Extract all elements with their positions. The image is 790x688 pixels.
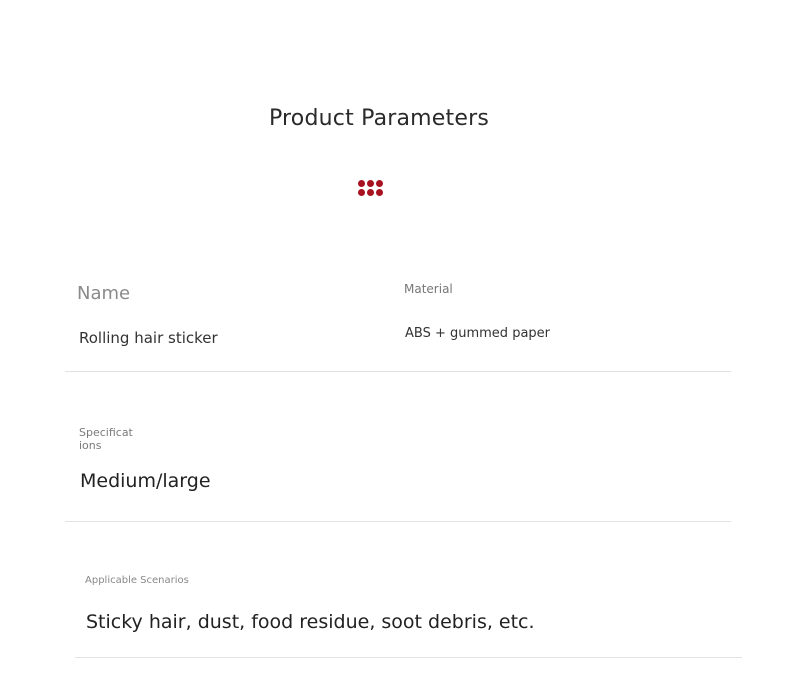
divider [65,521,731,522]
specifications-label-line: ions [79,439,102,452]
name-value: Rolling hair sticker [79,329,218,347]
scenarios-value: Sticky hair, dust, food residue, soot de… [86,611,535,633]
dot [376,180,383,187]
name-label: Name [77,283,131,304]
material-label: Material [404,282,453,296]
scenarios-label: Applicable Scenarios [85,575,189,586]
dot [358,189,365,196]
dot [367,180,374,187]
divider [65,371,731,372]
divider [75,657,742,658]
dot [358,180,365,187]
page-title: Product Parameters [268,106,490,131]
decorative-dots-icon [358,180,384,196]
specifications-label: Specificat ions [79,426,133,452]
material-value: ABS + gummed paper [405,326,551,341]
specifications-value: Medium/large [80,470,211,492]
specifications-label-line: Specificat [79,426,133,439]
dot [367,189,374,196]
dot [376,189,383,196]
